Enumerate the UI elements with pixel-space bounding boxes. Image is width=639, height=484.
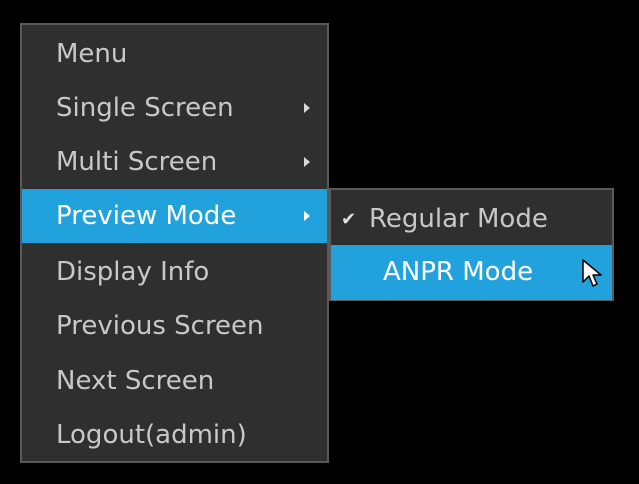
mouse-pointer-icon [582, 259, 602, 287]
menu-item-menu[interactable]: Menu [22, 27, 327, 81]
menu-item-label: Next Screen [56, 366, 215, 396]
chevron-right-icon [304, 157, 310, 167]
menu-item-label: Single Screen [56, 93, 234, 123]
menu-item-display-info[interactable]: Display Info [22, 245, 327, 299]
chevron-right-icon [304, 211, 310, 221]
menu-item-multi-screen[interactable]: Multi Screen [22, 135, 327, 189]
preview-mode-submenu: ✔ Regular Mode ANPR Mode [329, 188, 614, 301]
video-display-area[interactable]: Menu Single Screen Multi Screen Preview … [0, 0, 639, 484]
menu-item-next-screen[interactable]: Next Screen [22, 354, 327, 408]
menu-item-preview-mode[interactable]: Preview Mode [22, 189, 327, 243]
menu-item-label: Previous Screen [56, 311, 264, 341]
submenu-item-anpr-mode[interactable]: ANPR Mode [331, 245, 612, 300]
checkmark-icon: ✔ [341, 209, 357, 230]
submenu-item-regular-mode[interactable]: ✔ Regular Mode [331, 192, 612, 247]
menu-item-label: Display Info [56, 257, 210, 287]
menu-item-label: Preview Mode [56, 201, 237, 231]
submenu-item-label: ANPR Mode [383, 257, 534, 287]
menu-item-label: Logout(admin) [56, 420, 247, 450]
menu-item-label: Multi Screen [56, 147, 218, 177]
menu-item-single-screen[interactable]: Single Screen [22, 81, 327, 135]
chevron-right-icon [304, 103, 310, 113]
menu-item-previous-screen[interactable]: Previous Screen [22, 299, 327, 353]
menu-item-label: Menu [56, 39, 128, 69]
submenu-item-label: Regular Mode [369, 204, 548, 234]
context-menu: Menu Single Screen Multi Screen Preview … [20, 23, 329, 463]
menu-item-logout[interactable]: Logout(admin) [22, 408, 327, 462]
